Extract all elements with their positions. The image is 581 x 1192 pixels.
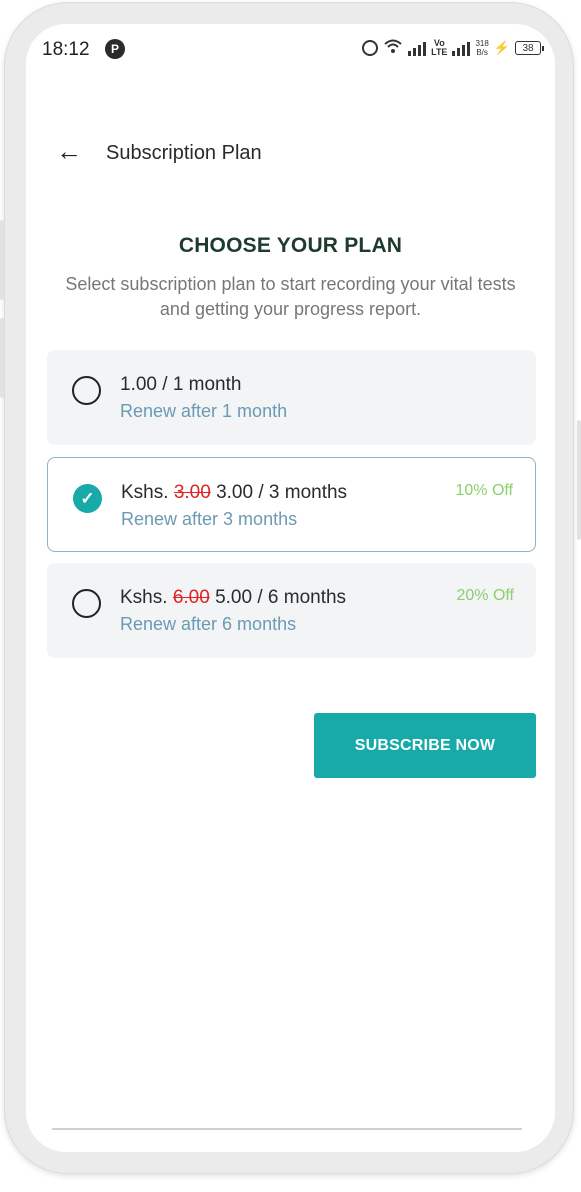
currency-prefix: Kshs. [121,482,174,503]
plan-price-value: 1.00 / 1 month [120,374,242,395]
plan-price: Kshs. 3.00 3.00 / 3 months [121,482,347,504]
screen: 18:12 P Vo LTE 318 B/s ⚡ 38 ← Subscripti… [26,24,555,1152]
plan-price: Kshs. 6.00 5.00 / 6 months [120,587,346,609]
subscribe-now-button[interactable]: SUBSCRIBE NOW [314,713,536,778]
discount-badge: 20% Off [456,587,514,604]
status-time: 18:12 [42,39,90,60]
plan-price-value: 5.00 / 6 months [209,587,347,608]
plan-price-value: 3.00 / 3 months [210,482,348,503]
plan-renew-text: Renew after 6 months [120,614,297,634]
old-price: 3.00 [173,482,211,503]
home-indicator [52,1128,522,1130]
network-speed: 318 B/s [475,39,488,57]
alarm-icon [362,39,379,56]
radio-unchecked-icon[interactable] [72,376,101,405]
signal-icon-2 [452,40,471,56]
plan-price: 1.00 / 1 month [120,374,241,396]
radio-checked-icon[interactable]: ✓ [73,484,102,513]
volte-label-bottom: LTE [431,46,448,57]
volte-icon: Vo LTE [431,38,448,57]
wifi-icon [383,38,403,57]
old-price: 6.00 [172,587,210,608]
volume-button-lower [0,318,4,398]
discount-badge: 10% Off [455,482,513,499]
battery-icon: 38 [515,40,544,55]
speed-unit: B/s [476,47,488,57]
section-heading: CHOOSE YOUR PLAN [178,234,403,257]
app-bar: ← Subscription Plan [26,128,555,176]
currency-prefix: Kshs. [120,587,173,608]
back-arrow-icon[interactable]: ← [56,138,82,164]
plan-renew-text: Renew after 3 months [121,509,298,529]
plan-option-6-months[interactable]: Kshs. 6.00 5.00 / 6 months Renew after 6… [47,563,536,658]
charging-icon: ⚡ [493,39,510,55]
signal-icon [408,40,427,56]
section-subtitle: Select subscription plan to start record… [65,274,516,319]
page-title: Subscription Plan [106,142,262,164]
volume-button [0,220,4,300]
power-button [577,420,581,540]
speed-value: 318 [475,38,489,48]
status-bar: 18:12 P Vo LTE 318 B/s ⚡ 38 [26,24,555,76]
app-notification-icon: P [105,39,125,59]
plan-option-3-months[interactable]: ✓ Kshs. 3.00 3.00 / 3 months Renew after… [47,457,536,552]
status-icons: Vo LTE 318 B/s ⚡ 38 [362,38,544,57]
plan-renew-text: Renew after 1 month [120,401,288,421]
plan-option-1-month[interactable]: 1.00 / 1 month Renew after 1 month [47,350,536,445]
radio-unchecked-icon[interactable] [72,589,101,618]
